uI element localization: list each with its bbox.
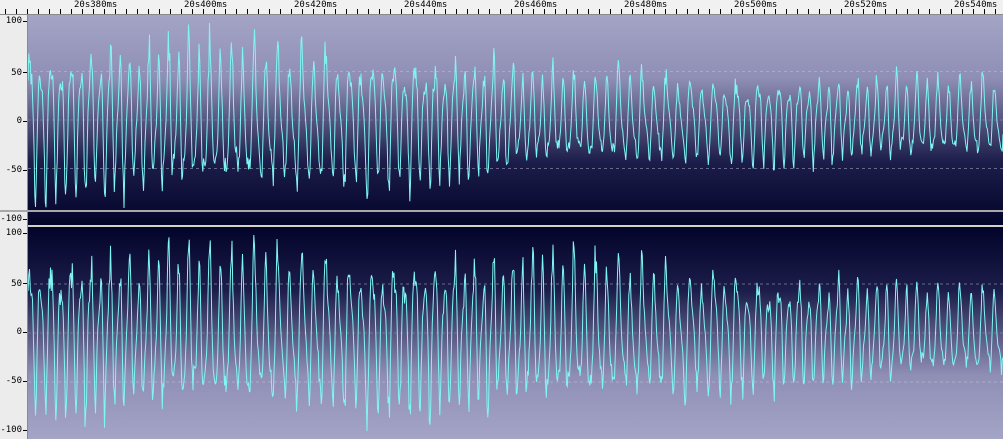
amplitude-tick <box>23 332 27 333</box>
waveform-area[interactable] <box>28 15 1003 439</box>
ruler-label-0: 20s380ms <box>74 0 118 10</box>
waveform-2[interactable] <box>28 227 1003 439</box>
amplitude-axis: 100 50 0 -50 -100 100 50 0 -50 -100 <box>0 15 28 439</box>
amplitude-tick <box>23 381 27 382</box>
ruler-label-2: 20s420ms <box>294 0 338 10</box>
amplitude-tick <box>23 170 27 171</box>
channel-separator[interactable] <box>0 210 1003 212</box>
ch2-ylabel-0: 0 <box>16 327 22 337</box>
ch2-ylabel-minus50: -50 <box>5 376 22 386</box>
ch1-ylabel-50: 50 <box>11 68 22 78</box>
ch2-ylabel-50: 50 <box>11 279 22 289</box>
waveform-1[interactable] <box>28 15 1003 225</box>
ch1-ylabel-minus50: -50 <box>5 165 22 175</box>
waveform-track-2[interactable] <box>28 227 1003 439</box>
ruler-label-1: 20s400ms <box>184 0 228 10</box>
ruler-label-7: 20s520ms <box>844 0 888 10</box>
ch1-ylabel-0: 0 <box>16 116 22 126</box>
ch2-ylabel-minus100: -100 <box>0 425 22 435</box>
waveform-track-1[interactable] <box>28 15 1003 225</box>
ruler-label-6: 20s500ms <box>734 0 778 10</box>
amplitude-tick <box>23 233 27 234</box>
amplitude-tick <box>23 21 27 22</box>
ch2-ylabel-100: 100 <box>5 228 22 238</box>
ruler-label-4: 20s460ms <box>514 0 558 10</box>
ruler-label-8: 20s540ms <box>954 0 998 10</box>
amplitude-tick <box>23 121 27 122</box>
ch1-ylabel-100: 100 <box>5 16 22 26</box>
ch1-ylabel-minus100: -100 <box>0 214 22 224</box>
amplitude-tick <box>23 72 27 73</box>
ruler-label-5: 20s480ms <box>624 0 668 10</box>
amplitude-tick <box>23 430 27 431</box>
amplitude-tick <box>23 283 27 284</box>
amplitude-tick <box>23 219 27 220</box>
time-ruler[interactable]: 20s380ms 20s400ms 20s420ms 20s440ms 20s4… <box>0 0 1003 15</box>
ruler-label-3: 20s440ms <box>404 0 448 10</box>
